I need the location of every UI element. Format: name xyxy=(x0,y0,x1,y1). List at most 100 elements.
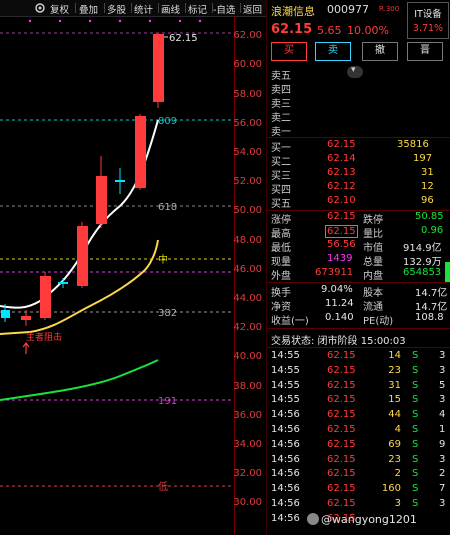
chart-toolbar: 复权 叠加 多股 统计 画线 标记 -自选 返回 xyxy=(0,0,268,17)
tick-volume: 4 xyxy=(394,424,401,435)
price-change-pct: 10.00% xyxy=(347,24,389,37)
tick-count: 5 xyxy=(439,379,446,391)
bid-label: 买二 xyxy=(271,157,291,168)
price-tick: 40.00 xyxy=(233,351,262,362)
stat-value: 9.04% xyxy=(321,284,353,295)
fib-label-618: 618 xyxy=(158,202,177,213)
tick-row: 14:55 62.15 15 S 3 xyxy=(267,394,450,409)
fib-label-low: 低 xyxy=(158,480,168,493)
ask-row: 卖一 xyxy=(267,123,450,138)
bid-row[interactable]: 买一 62.15 35816 xyxy=(267,139,450,154)
more-button[interactable]: 晋 xyxy=(407,42,443,61)
candle-up xyxy=(40,276,51,318)
stat-value: 50.85 xyxy=(415,211,444,222)
bid-label: 买五 xyxy=(271,199,291,210)
tick-price: 62.15 xyxy=(327,379,356,391)
bid-row[interactable]: 买四 62.12 12 xyxy=(267,181,450,196)
tick-price: 62.15 xyxy=(327,350,356,361)
tick-count: 2 xyxy=(439,468,446,480)
stat-label: 换手 xyxy=(271,288,291,299)
tick-row: 14:56 62.15 4 S 1 xyxy=(267,424,450,439)
tick-side: S xyxy=(412,468,419,480)
toolbar-back[interactable]: 返回 xyxy=(243,2,262,16)
divider xyxy=(158,3,159,13)
toolbar-multistock[interactable]: 多股 xyxy=(107,2,126,16)
tick-row: 14:55 62.15 31 S 5 xyxy=(267,380,450,395)
tick-price: 62.15 xyxy=(327,394,356,406)
toolbar-overlay[interactable]: 叠加 xyxy=(79,2,98,16)
stat-label: 涨停 xyxy=(271,215,291,226)
sector-box[interactable]: IT设备 3.71% xyxy=(407,2,449,39)
candles xyxy=(1,33,164,326)
stat-label: 总量 xyxy=(363,257,383,268)
tick-time: 14:56 xyxy=(271,512,300,524)
toolbar-mark[interactable]: 标记 xyxy=(188,2,207,16)
tick-row: 14:56 62.15 44 S 4 xyxy=(267,409,450,424)
tick-row: 14:56 62.15 160 S 7 xyxy=(267,483,450,498)
price-tick: 50.00 xyxy=(233,205,262,216)
toolbar-stats[interactable]: 统计 xyxy=(134,2,153,16)
stat-value: 14.7亿 xyxy=(415,288,448,299)
toolbar-fuquan[interactable]: 复权 xyxy=(50,2,69,16)
stat-row: 最低 56.56 市值 914.9亿 xyxy=(267,239,450,254)
ask-label: 卖三 xyxy=(271,99,291,110)
bid-row[interactable]: 买五 62.10 96 xyxy=(267,195,450,210)
bid-volume: 35816 xyxy=(397,139,429,150)
tick-row: 14:56 62.15 2 S 2 xyxy=(267,468,450,483)
price-tick: 42.00 xyxy=(233,322,262,333)
tick-side: S xyxy=(412,394,419,406)
tick-price: 62.15 xyxy=(327,438,356,450)
tick-volume: 31 xyxy=(388,379,401,391)
candle-up xyxy=(153,34,164,102)
tick-volume: 44 xyxy=(388,409,401,421)
gear-icon[interactable] xyxy=(34,2,46,14)
stat-label: 内盘 xyxy=(363,271,383,282)
tick-time: 14:55 xyxy=(271,350,300,361)
watermark: @wangyong1201 xyxy=(307,513,417,526)
ask-label: 卖二 xyxy=(271,113,291,124)
ask-label: 卖五 xyxy=(271,71,291,82)
stat-value: 14.7亿 xyxy=(415,302,448,313)
stat-value: 11.24 xyxy=(325,298,354,309)
divider xyxy=(240,3,241,13)
bid-volume: 197 xyxy=(413,153,433,164)
toolbar-draw[interactable]: 画线 xyxy=(161,2,180,16)
tick-count: 3 xyxy=(439,453,446,465)
stock-suffix: R.300 xyxy=(379,5,400,13)
trade-status: 交易状态: 闭市阶段 15:00:03 xyxy=(271,336,406,347)
buy-button[interactable]: 买 xyxy=(271,42,307,61)
candlestick-chart[interactable]: 62.15 809 618 中 382 191 低 主者阻击 xyxy=(0,16,234,535)
bid-price: 62.10 xyxy=(327,195,356,206)
bid-row[interactable]: 买三 62.13 31 xyxy=(267,167,450,182)
toolbar-add-watchlist[interactable]: -自选 xyxy=(213,2,235,16)
quote-panel: 浪潮信息 000977 R.300 IT设备 3.71% 62.15 5.65 … xyxy=(266,0,450,535)
price-tick: 52.00 xyxy=(233,176,262,187)
tick-side: S xyxy=(412,350,419,361)
ask-row: 卖三 xyxy=(267,95,450,110)
stock-name[interactable]: 浪潮信息 xyxy=(271,3,315,19)
stock-code: 000977 xyxy=(327,3,369,16)
bid-row[interactable]: 买二 62.14 197 xyxy=(267,153,450,168)
stat-row: 换手 9.04% 股本 14.7亿 xyxy=(267,284,450,299)
stat-row: 涨停 62.15 跌停 50.85 xyxy=(267,211,450,226)
tick-count: 3 xyxy=(439,498,446,509)
price-tick: 30.00 xyxy=(233,497,262,508)
fib-label-191: 191 xyxy=(158,396,177,407)
cancel-order-button[interactable]: 撤 xyxy=(362,42,398,61)
stat-label: 最低 xyxy=(271,243,291,254)
tick-time: 14:56 xyxy=(271,468,300,480)
tick-count: 7 xyxy=(439,483,446,495)
candle-up xyxy=(21,316,31,320)
tick-side: S xyxy=(412,438,419,450)
price-change: 5.65 xyxy=(317,24,342,37)
sell-button[interactable]: 卖 xyxy=(315,42,351,61)
divider xyxy=(104,3,105,13)
bid-volume: 31 xyxy=(421,167,434,178)
ask-row: 卖五 xyxy=(267,67,450,82)
stat-value: 62.15 xyxy=(325,225,358,238)
stat-label: 量比 xyxy=(363,229,383,240)
divider xyxy=(267,328,450,329)
tick-row: 14:55 62.15 14 S 3 xyxy=(267,350,450,365)
stat-value: 132.9万 xyxy=(403,257,442,268)
bid-price: 62.12 xyxy=(327,181,356,192)
